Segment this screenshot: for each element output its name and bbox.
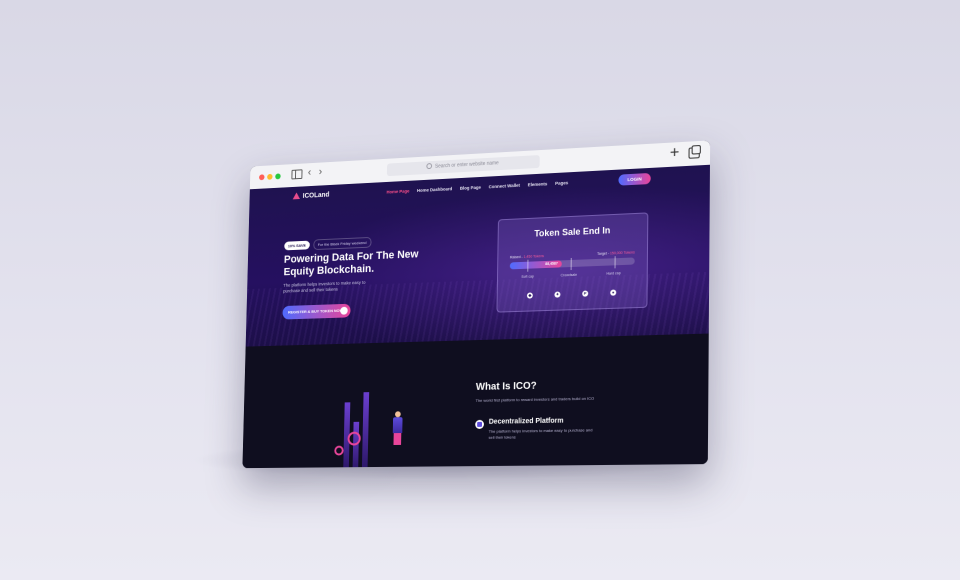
token-sale-progress: 88,4587	[509, 257, 635, 270]
minimize-window-button[interactable]	[267, 173, 273, 180]
illustration-ring	[347, 431, 361, 446]
raised-value: 1,450 Tokens	[523, 254, 544, 259]
raised-label: Raised - 1,450 Tokens	[510, 254, 544, 259]
mockup-stage: ‹ › Search or enter website name + ICOLa…	[0, 0, 960, 580]
menu-item-connect-wallet[interactable]: Connect Wallet	[489, 183, 520, 190]
logo-triangle-icon	[292, 192, 301, 200]
address-bar[interactable]: Search or enter website name	[386, 155, 540, 177]
decentralized-platform-icon	[475, 419, 485, 429]
ethereum-icon: ◆	[526, 292, 533, 299]
hard-cap-tick	[614, 256, 616, 269]
web-page: ICOLand Home Page Home Dashboard Blog Pa…	[242, 164, 710, 469]
crowdsale-label: Crowdsale	[560, 272, 578, 278]
crowdsale-tick	[570, 257, 572, 271]
ico-illustration	[306, 371, 420, 469]
feature-title: Decentralized Platform	[488, 417, 564, 426]
illustration-ring	[334, 445, 344, 456]
new-tab-plus-icon[interactable]: +	[670, 144, 680, 163]
promo-text: For the Black Friday weekend	[313, 236, 372, 251]
address-placeholder: Search or enter website name	[434, 160, 499, 170]
paypal-icon: P	[582, 290, 589, 297]
main-menu: Home Page Home Dashboard Blog Page Conne…	[386, 180, 568, 194]
back-arrow-icon[interactable]: ‹	[308, 167, 312, 179]
figure-legs	[393, 433, 402, 446]
soft-cap-label: Soft cap	[521, 274, 534, 279]
forward-arrow-icon[interactable]: ›	[319, 166, 323, 178]
site-logo[interactable]: ICOLand	[292, 191, 330, 201]
zoom-window-button[interactable]	[275, 173, 281, 180]
tab-overview-icon[interactable]	[688, 147, 700, 159]
logo-text: ICOLand	[302, 191, 330, 200]
menu-item-home-page[interactable]: Home Page	[386, 189, 409, 195]
token-sale-card: Token Sale End In Raised - 1,450 Tokens …	[496, 212, 649, 313]
businessman-figure	[392, 411, 403, 446]
progress-fill: 88,4587	[509, 260, 562, 270]
promo-badge-row: 10% SAVE For the Black Friday weekend	[284, 236, 372, 251]
about-section: What Is ICO? The world first platform to…	[242, 333, 709, 469]
menu-item-pages[interactable]: Pages	[555, 180, 568, 186]
menu-item-blog-page[interactable]: Blog Page	[460, 185, 481, 191]
login-button[interactable]: LOGIN	[618, 172, 651, 186]
hero-headline: Powering Data For The New Equity Blockch…	[283, 248, 419, 279]
browser-window: ‹ › Search or enter website name + ICOLa…	[242, 140, 711, 469]
cta-arrow-icon	[340, 306, 348, 315]
hero-section: ICOLand Home Page Home Dashboard Blog Pa…	[245, 164, 710, 347]
hard-cap-label: Hard cap	[606, 271, 621, 276]
raised-label-text: Raised -	[509, 254, 524, 260]
cta-label: REGISTER & BUY TOKEN NOW	[288, 307, 344, 315]
register-buy-token-button[interactable]: REGISTER & BUY TOKEN NOW	[282, 303, 351, 320]
save-badge: 10% SAVE	[284, 240, 310, 251]
soft-cap-tick	[527, 259, 529, 272]
figure-torso	[392, 417, 403, 434]
search-icon	[426, 163, 433, 170]
feature-description: The platform helps investors to make eas…	[488, 427, 593, 440]
illustration-bar	[361, 392, 370, 469]
target-label: Target - 150,000 Tokens	[597, 250, 635, 256]
token-sale-title: Token Sale End In	[534, 225, 611, 239]
coin-icon: ●	[610, 289, 617, 296]
sidebar-toggle-icon[interactable]	[291, 169, 303, 180]
close-window-button[interactable]	[259, 174, 265, 181]
bitcoin-icon: ✦	[554, 291, 561, 298]
target-value: 150,000 Tokens	[609, 250, 635, 256]
about-title: What Is ICO?	[475, 380, 537, 393]
menu-item-home-dashboard[interactable]: Home Dashboard	[417, 186, 452, 193]
menu-item-elements[interactable]: Elements	[528, 181, 548, 187]
payment-icons-row: ◆ ✦ P ●	[526, 289, 617, 299]
target-label-text: Target -	[597, 251, 611, 256]
about-description: The world first platform to reward inves…	[475, 395, 595, 403]
